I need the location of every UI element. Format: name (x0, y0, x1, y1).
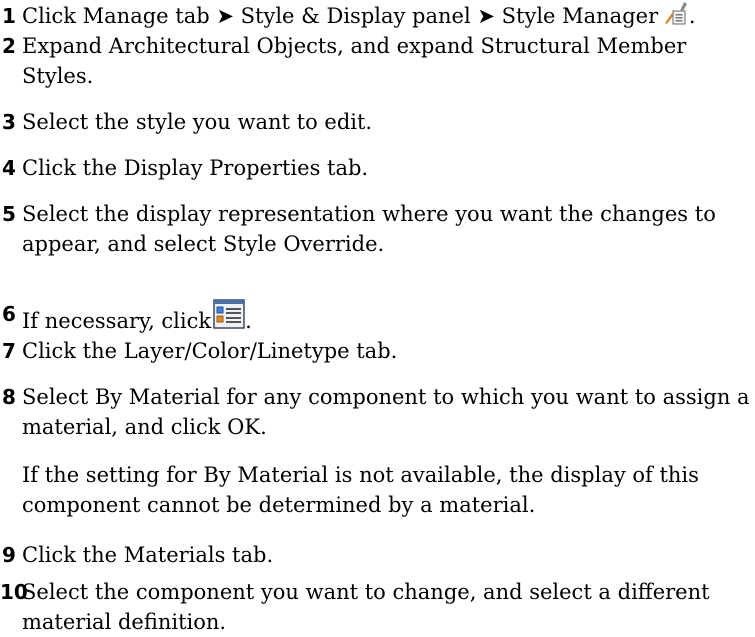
step-text: Select By Material for any component to … (22, 385, 750, 439)
step-9: 9 Click the Materials tab. (2, 540, 752, 570)
step-text: Click the Display Properties tab. (22, 156, 369, 180)
step-text: Select the style you want to edit. (22, 110, 373, 134)
step-number: 8 (2, 385, 16, 409)
step-text: Click the Layer/Color/Linetype tab. (22, 339, 398, 363)
edit-display-properties-icon[interactable] (213, 299, 245, 337)
step-3: 3 Select the style you want to edit. (2, 107, 752, 137)
step-8: 8 Select By Material for any component t… (2, 382, 752, 442)
step-number: 7 (2, 339, 16, 363)
step-7: 7 Click the Layer/Color/Linetype tab. (2, 336, 752, 366)
style-manager-icon (664, 1, 689, 33)
step-8-note: If the setting for By Material is not av… (22, 463, 699, 517)
step-1: 1 Click Manage tab ➤ Style & Display pan… (2, 1, 752, 33)
step-number: 6 (2, 302, 16, 326)
step-text: Select the component you want to change,… (22, 580, 710, 634)
step-text: Expand Architectural Objects, and expand… (22, 34, 687, 88)
step-number: 9 (2, 543, 16, 567)
step-4: 4 Click the Display Properties tab. (2, 153, 752, 183)
step-number: 2 (2, 34, 16, 58)
step-text: Select the display representation where … (22, 202, 716, 256)
step-5: 5 Select the display representation wher… (2, 199, 752, 259)
step-10: 10 Select the component you want to chan… (0, 577, 750, 637)
step-text: If necessary, click (22, 309, 212, 333)
step-text: Click Manage tab ➤ Style & Display panel… (22, 4, 659, 28)
step-number: 4 (2, 156, 16, 180)
step-2: 2 Expand Architectural Objects, and expa… (2, 31, 752, 91)
step-number: 1 (2, 4, 16, 28)
step-number: 3 (2, 110, 16, 134)
step-6: 6 If necessary, click . (2, 299, 752, 337)
step-number: 10 (0, 580, 28, 604)
step-number: 5 (2, 202, 16, 226)
step-text: Click the Materials tab. (22, 543, 274, 567)
